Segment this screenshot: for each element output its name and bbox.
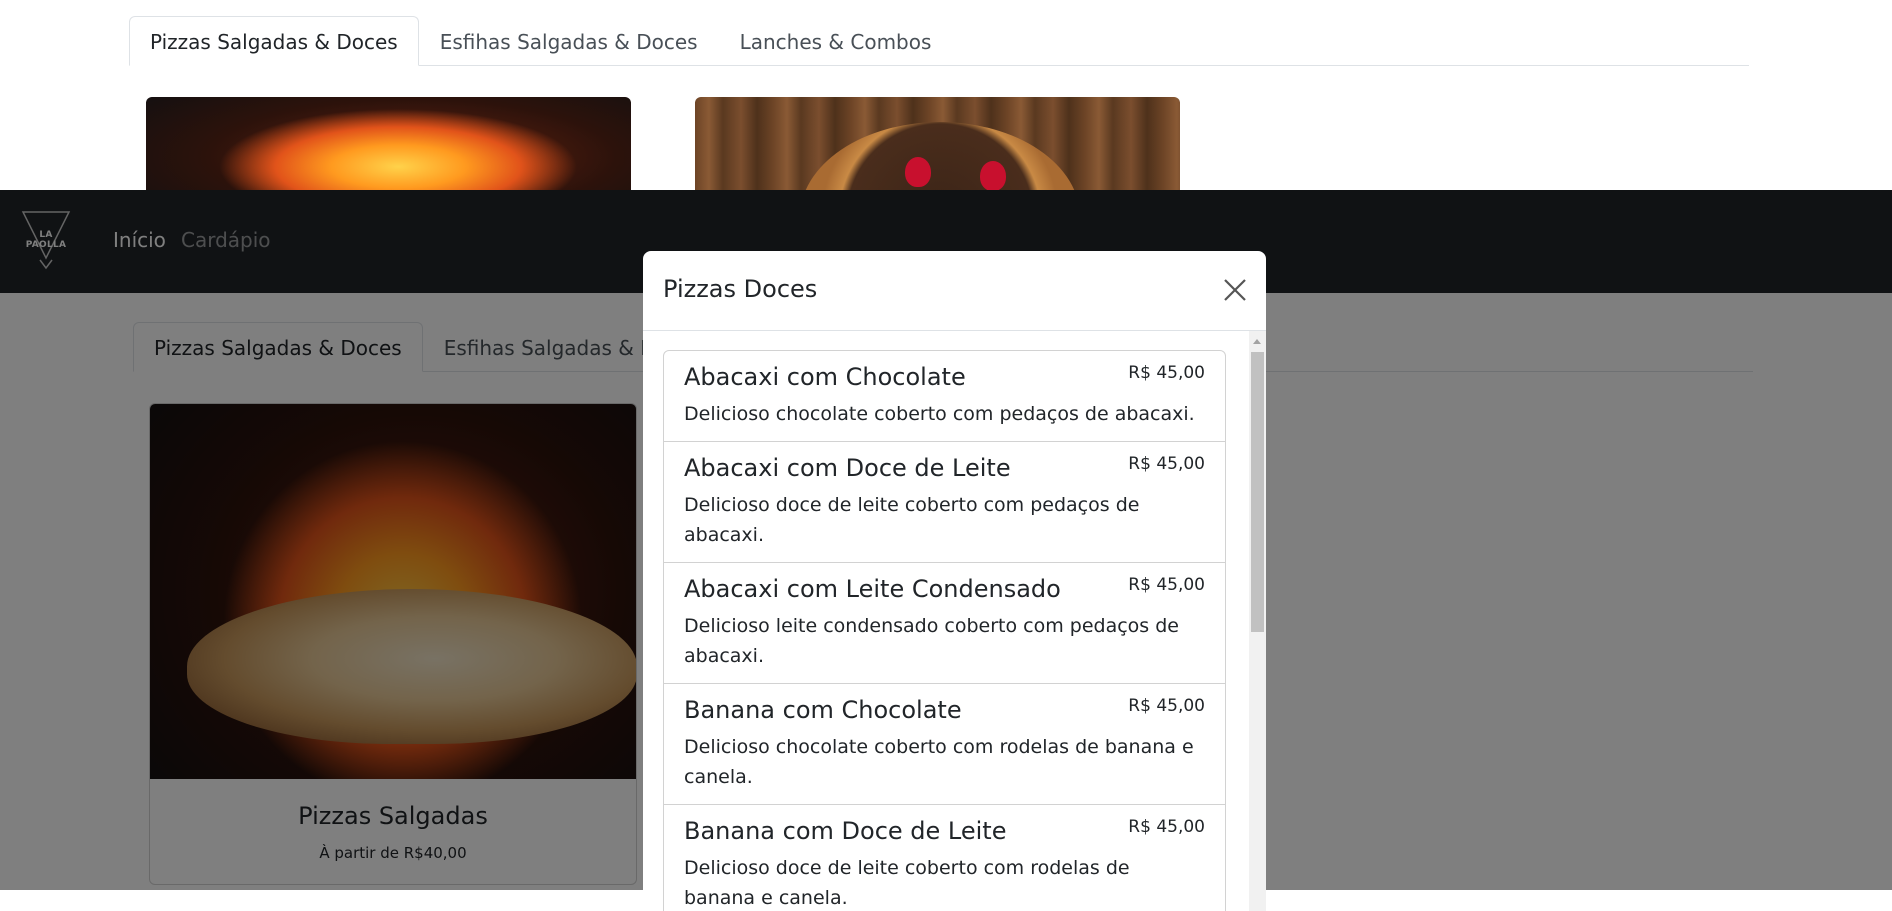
tab-lanches[interactable]: Lanches & Combos [719, 16, 953, 66]
category-tabs: Pizzas Salgadas & Doces Esfihas Salgadas… [129, 16, 1749, 66]
modal-scrollbar[interactable] [1249, 331, 1266, 911]
item-price: R$ 45,00 [1128, 696, 1205, 716]
item-name: Abacaxi com Doce de Leite [684, 454, 1011, 482]
modal-header: Pizzas Doces [643, 251, 1266, 331]
modal-title: Pizzas Doces [663, 275, 818, 303]
tab-esfihas[interactable]: Esfihas Salgadas & Doces [419, 16, 719, 66]
item-description: Delicioso chocolate coberto com pedaços … [684, 403, 1195, 425]
item-description: Delicioso doce de leite coberto com rode… [684, 857, 1130, 909]
modal-body: Abacaxi com Chocolate R$ 45,00 Delicioso… [643, 331, 1266, 911]
item-name: Abacaxi com Chocolate [684, 363, 966, 391]
pizza-oven-image [146, 97, 631, 190]
sweet-pizza-image [695, 97, 1180, 190]
list-item[interactable]: Banana com Chocolate R$ 45,00 Delicioso … [664, 683, 1225, 804]
strawberry-decoration [905, 157, 931, 187]
list-item[interactable]: Abacaxi com Chocolate R$ 45,00 Delicioso… [664, 351, 1225, 441]
item-price: R$ 45,00 [1128, 575, 1205, 595]
close-icon [1224, 279, 1246, 301]
tab-pizzas[interactable]: Pizzas Salgadas & Doces [129, 16, 419, 66]
item-description: Delicioso chocolate coberto com rodelas … [684, 736, 1194, 788]
scroll-up-arrow-icon[interactable] [1253, 339, 1261, 344]
menu-modal: Pizzas Doces Abacaxi com Chocolate R$ 45… [643, 251, 1266, 911]
scrollbar-thumb[interactable] [1251, 352, 1264, 632]
close-button[interactable] [1222, 277, 1248, 303]
item-name: Abacaxi com Leite Condensado [684, 575, 1061, 603]
item-description: Delicioso doce de leite coberto com peda… [684, 494, 1140, 546]
item-description: Delicioso leite condensado coberto com p… [684, 615, 1179, 667]
item-name: Banana com Doce de Leite [684, 817, 1007, 845]
item-name: Banana com Chocolate [684, 696, 962, 724]
item-price: R$ 45,00 [1128, 363, 1205, 383]
list-item[interactable]: Banana com Doce de Leite R$ 45,00 Delici… [664, 804, 1225, 911]
top-page-strip: Pizzas Salgadas & Doces Esfihas Salgadas… [0, 0, 1892, 190]
menu-item-list: Abacaxi com Chocolate R$ 45,00 Delicioso… [663, 350, 1226, 911]
item-price: R$ 45,00 [1128, 817, 1205, 837]
list-item[interactable]: Abacaxi com Doce de Leite R$ 45,00 Delic… [664, 441, 1225, 562]
list-item[interactable]: Abacaxi com Leite Condensado R$ 45,00 De… [664, 562, 1225, 683]
sweet-pizza-shape [800, 122, 1080, 190]
item-price: R$ 45,00 [1128, 454, 1205, 474]
strawberry-decoration [980, 161, 1006, 190]
